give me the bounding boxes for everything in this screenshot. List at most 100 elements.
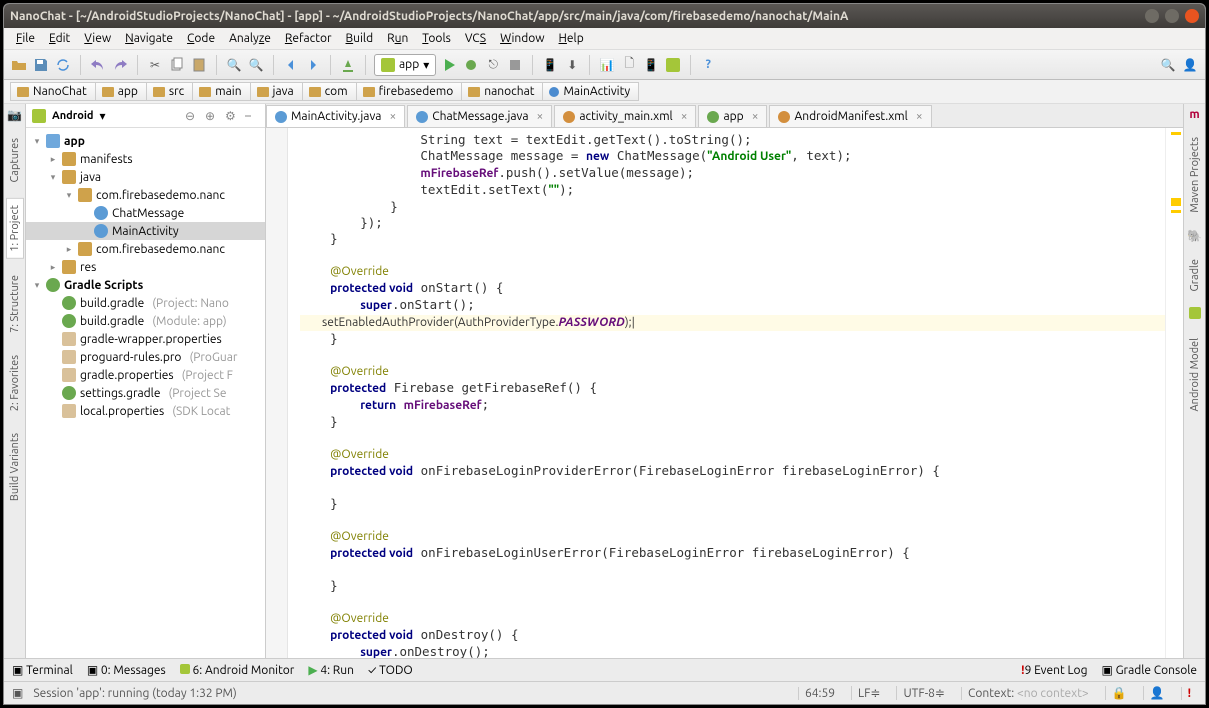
tree-item[interactable]: proguard-rules.pro(ProGuar <box>26 348 265 366</box>
forward-icon[interactable] <box>304 56 322 74</box>
menu-build[interactable]: Build <box>340 30 380 47</box>
close-icon[interactable]: × <box>537 110 544 123</box>
menu-edit[interactable]: Edit <box>43 30 76 47</box>
breadcrumb[interactable]: NanoChat <box>10 82 96 101</box>
tree-item[interactable]: build.gradle(Module: app) <box>26 312 265 330</box>
breadcrumb[interactable]: main <box>192 82 250 101</box>
breadcrumb[interactable]: MainActivity <box>542 82 639 101</box>
captures-tab[interactable]: Captures <box>7 132 23 188</box>
todo-tab[interactable]: ✓ TODO <box>368 664 413 677</box>
stop-icon[interactable] <box>506 56 524 74</box>
window-close-button[interactable] <box>1185 9 1199 23</box>
find-icon[interactable]: 🔍 <box>225 56 243 74</box>
tree-item[interactable]: ▾Gradle Scripts <box>26 276 265 294</box>
collapse-icon[interactable]: ⊖ <box>185 109 199 123</box>
run-icon[interactable] <box>440 56 458 74</box>
target-icon[interactable]: ⊕ <box>205 109 219 123</box>
chevron-down-icon[interactable]: ▾ <box>99 109 105 123</box>
run-tab[interactable]: ▶ 4: Run <box>308 663 354 677</box>
structure-tab[interactable]: 7: Structure <box>7 269 23 339</box>
android-monitor-tab[interactable]: 6: Android Monitor <box>180 664 295 677</box>
monitor-icon[interactable]: 📊 <box>598 56 616 74</box>
editor-gutter[interactable] <box>266 128 288 658</box>
menu-bar[interactable]: File Edit View Navigate Code Analyze Ref… <box>4 28 1205 50</box>
menu-window[interactable]: Window <box>494 30 550 47</box>
menu-run[interactable]: Run <box>381 30 414 47</box>
cut-icon[interactable]: ✂ <box>146 56 164 74</box>
project-tree[interactable]: ▾app▸manifests▾java▾com.firebasedemo.nan… <box>26 128 265 658</box>
project-tab[interactable]: 1: Project <box>6 198 24 259</box>
editor-tab[interactable]: AndroidManifest.xml× <box>769 105 931 127</box>
close-icon[interactable]: × <box>916 110 923 123</box>
tree-item[interactable]: ▸res <box>26 258 265 276</box>
menu-tools[interactable]: Tools <box>416 30 457 47</box>
hector-icon[interactable]: 👤 <box>1143 686 1171 700</box>
tree-item[interactable]: gradle-wrapper.properties <box>26 330 265 348</box>
menu-code[interactable]: Code <box>181 30 221 47</box>
user-icon[interactable]: 👤 <box>1181 56 1199 74</box>
sdk-icon[interactable]: ⬇ <box>563 56 581 74</box>
open-icon[interactable] <box>10 56 28 74</box>
sync-icon[interactable] <box>54 56 72 74</box>
copy-icon[interactable] <box>168 56 186 74</box>
favorites-tab[interactable]: 2: Favorites <box>7 349 23 417</box>
maven-tab[interactable]: Maven Projects <box>1187 131 1203 219</box>
close-icon[interactable]: × <box>681 110 688 123</box>
menu-refactor[interactable]: Refactor <box>279 30 338 47</box>
replace-icon[interactable]: 🔍 <box>247 56 265 74</box>
tree-item[interactable]: ChatMessage <box>26 204 265 222</box>
back-icon[interactable] <box>282 56 300 74</box>
attach-icon[interactable]: ⎋ <box>484 56 502 74</box>
status-icon[interactable]: ▣ <box>12 686 23 700</box>
event-log-tab[interactable]: !9 Event Log <box>1021 664 1087 677</box>
help-icon[interactable]: ? <box>699 56 717 74</box>
device-icon[interactable]: 📱 <box>642 56 660 74</box>
editor-tab[interactable]: app× <box>698 105 767 127</box>
tree-item[interactable]: ▾app <box>26 132 265 150</box>
tree-item[interactable]: build.gradle(Project: Nano <box>26 294 265 312</box>
terminal-tab[interactable]: ▣ Terminal <box>12 663 73 677</box>
make-icon[interactable] <box>339 56 357 74</box>
window-minimize-button[interactable] <box>1145 9 1159 23</box>
search-everywhere-icon[interactable]: 🔍 <box>1159 56 1177 74</box>
error-indicator-icon[interactable]: ! <box>1181 687 1197 700</box>
debug-icon[interactable] <box>462 56 480 74</box>
file-encoding[interactable]: UTF-8≑ <box>896 686 951 700</box>
layout-icon[interactable]: 🗋 <box>620 56 638 74</box>
redo-icon[interactable] <box>111 56 129 74</box>
avd-icon[interactable]: 📱 <box>541 56 559 74</box>
gradle-console-tab[interactable]: ▣ Gradle Console <box>1101 663 1197 677</box>
gradle-tab[interactable]: Gradle <box>1187 253 1203 298</box>
captures-tab-icon[interactable]: 📷 <box>7 108 22 122</box>
tree-item[interactable]: settings.gradle(Project Se <box>26 384 265 402</box>
window-maximize-button[interactable] <box>1165 9 1179 23</box>
tree-item[interactable]: ▾java <box>26 168 265 186</box>
gear-icon[interactable]: ⚙ <box>225 109 239 123</box>
messages-tab[interactable]: ▣ 0: Messages <box>87 663 166 677</box>
breadcrumb[interactable]: java <box>250 82 303 101</box>
tree-item[interactable]: ▸manifests <box>26 150 265 168</box>
android-model-tab[interactable]: Android Model <box>1187 332 1203 417</box>
tree-item[interactable]: MainActivity <box>26 222 265 240</box>
build-variants-tab[interactable]: Build Variants <box>7 427 23 507</box>
menu-analyze[interactable]: Analyze <box>223 30 277 47</box>
tree-item[interactable]: local.properties(SDK Locat <box>26 402 265 420</box>
editor-tab[interactable]: MainActivity.java× <box>266 105 405 127</box>
gradle-icon[interactable]: 🐘 <box>1187 229 1202 243</box>
tree-item[interactable]: gradle.properties(Project F <box>26 366 265 384</box>
breadcrumb[interactable]: src <box>146 82 193 101</box>
close-icon[interactable]: × <box>389 110 396 123</box>
lock-icon[interactable]: 🔒 <box>1105 686 1133 700</box>
line-separator[interactable]: LF≑ <box>851 686 886 700</box>
tree-item[interactable]: ▾com.firebasedemo.nanc <box>26 186 265 204</box>
project-view-selector[interactable]: Android <box>52 110 93 122</box>
run-config-selector[interactable]: app ▾ <box>374 54 436 76</box>
menu-file[interactable]: File <box>10 30 41 47</box>
menu-navigate[interactable]: Navigate <box>119 30 179 47</box>
paste-icon[interactable] <box>190 56 208 74</box>
breadcrumb[interactable]: nanochat <box>461 82 543 101</box>
editor-error-stripe[interactable] <box>1165 128 1183 658</box>
breadcrumb[interactable]: app <box>95 82 147 101</box>
menu-vcs[interactable]: VCS <box>459 30 492 47</box>
save-icon[interactable] <box>32 56 50 74</box>
